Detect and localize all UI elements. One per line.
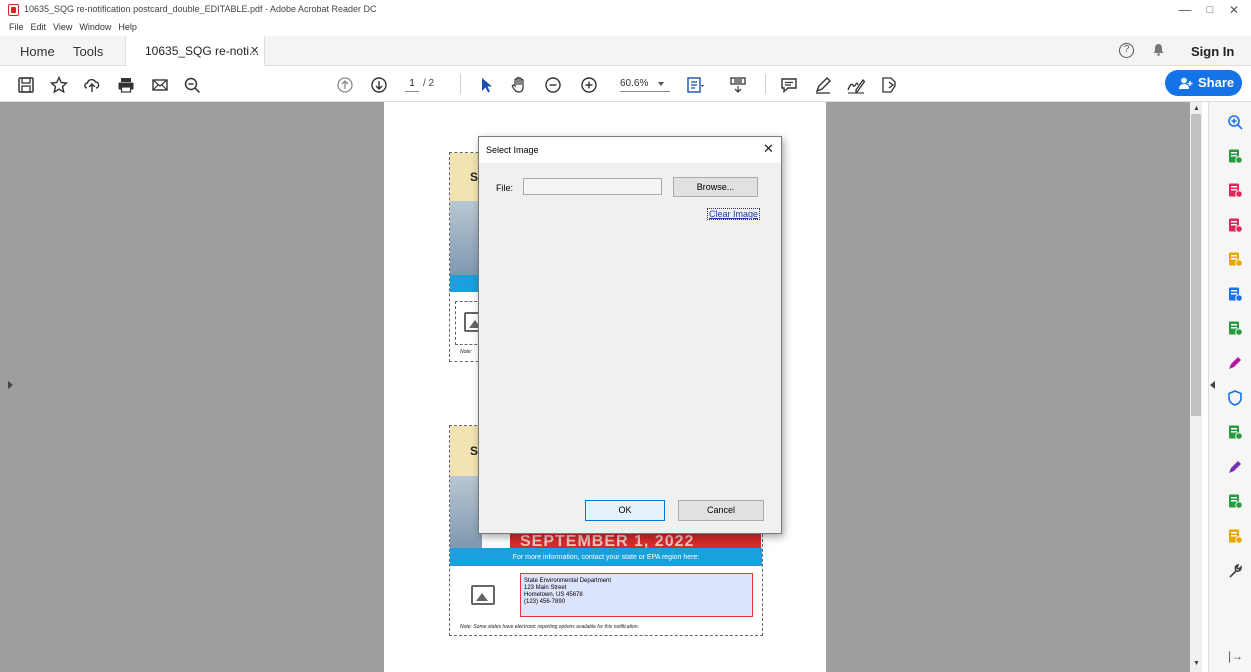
hand-icon[interactable]	[510, 76, 528, 94]
clear-image-link[interactable]: Clear Image	[707, 208, 761, 220]
tab-home[interactable]: Home	[20, 44, 55, 59]
star-icon[interactable]	[50, 76, 68, 94]
share-button[interactable]: Share	[1165, 70, 1242, 96]
image-placeholder-icon[interactable]	[471, 585, 495, 605]
share-label: Share	[1198, 75, 1235, 90]
zoom-in-icon[interactable]	[580, 76, 598, 94]
menu-edit[interactable]: Edit	[31, 22, 47, 36]
expand-panel-icon[interactable]: |→	[1228, 649, 1243, 663]
menu-view[interactable]: View	[53, 22, 72, 36]
address-line: State Environmental Department	[524, 578, 612, 584]
request-signature-icon[interactable]	[1227, 459, 1243, 475]
menu-bar: File Edit View Window Help	[0, 22, 137, 36]
save-icon[interactable]	[17, 76, 35, 94]
read-aloud-icon[interactable]	[880, 76, 898, 94]
upload-icon[interactable]	[83, 76, 101, 94]
tab-document[interactable]: 10635_SQG re-noti... ✕	[125, 36, 265, 66]
email-icon[interactable]	[151, 76, 169, 94]
close-window-button[interactable]: ✕	[1224, 2, 1244, 18]
menu-window[interactable]: Window	[79, 22, 111, 36]
tab-document-label: 10635_SQG re-noti...	[145, 44, 260, 58]
export-icon[interactable]	[1227, 528, 1243, 544]
menu-file[interactable]: File	[9, 22, 24, 36]
dialog-title: Select Image	[486, 145, 539, 155]
create-pdf-icon[interactable]	[1227, 148, 1243, 164]
address-line: Hometown, US 45678	[524, 592, 583, 598]
chevron-down-icon[interactable]	[658, 82, 664, 86]
tab-tools[interactable]: Tools	[73, 44, 103, 59]
main-toolbar: 1 / 2 60.6%	[0, 66, 1251, 102]
scrollbar-thumb[interactable]	[1191, 114, 1201, 416]
file-path-input[interactable]	[523, 178, 662, 195]
add-user-icon	[1179, 77, 1193, 89]
comment-tool-icon[interactable]	[1227, 251, 1243, 267]
compare-icon[interactable]	[1227, 424, 1243, 440]
print-production-icon[interactable]	[1227, 493, 1243, 509]
help-icon[interactable]: ?	[1119, 43, 1134, 58]
edit-pdf-icon[interactable]	[1227, 320, 1243, 336]
info-bar-text: For more information, contact your state…	[512, 554, 700, 561]
note-text: Note: Some states have electronic report…	[460, 624, 639, 630]
select-arrow-icon[interactable]	[477, 76, 495, 94]
scroll-up-icon[interactable]: ▲	[1193, 105, 1200, 112]
toolbar-divider	[460, 74, 461, 94]
export-pdf-icon[interactable]	[1227, 217, 1243, 233]
page-up-icon[interactable]	[336, 76, 354, 94]
left-panel-toggle-icon[interactable]	[8, 381, 13, 389]
minimize-button[interactable]: —	[1175, 2, 1195, 18]
page-number-input[interactable]: 1	[405, 76, 419, 92]
fit-page-icon[interactable]	[686, 76, 704, 94]
address-field[interactable]: State Environmental Department 123 Main …	[520, 573, 753, 617]
print-icon[interactable]	[117, 76, 135, 94]
fill-sign-icon[interactable]	[1227, 355, 1243, 371]
ok-button[interactable]: OK	[585, 500, 665, 521]
zoom-out-icon[interactable]	[544, 76, 562, 94]
combine-files-icon[interactable]	[1227, 286, 1243, 302]
right-panel-collapse-icon[interactable]	[1210, 381, 1215, 389]
postcard-heading-letter: S	[470, 444, 479, 458]
select-image-dialog: Select Image ✕ File: Browse... Clear Ima…	[478, 136, 782, 534]
page-down-icon[interactable]	[370, 76, 388, 94]
page-total: / 2	[423, 78, 435, 89]
tab-bar: Home Tools 10635_SQG re-noti... ✕ ? Sign…	[0, 36, 1251, 66]
postcard-heading-letter: S	[470, 170, 479, 184]
acrobat-app-icon	[8, 4, 19, 16]
cancel-button[interactable]: Cancel	[678, 500, 764, 521]
menu-help[interactable]: Help	[118, 22, 137, 36]
address-line: (123) 456-7890	[524, 599, 566, 605]
file-label: File:	[496, 183, 514, 193]
toolbar-divider	[765, 74, 766, 94]
zoom-tool-icon[interactable]	[1227, 114, 1243, 130]
protect-icon[interactable]	[1227, 390, 1243, 406]
sign-in-link[interactable]: Sign In	[1191, 44, 1234, 59]
address-line: 123 Main Street	[524, 585, 567, 591]
window-titlebar: 10635_SQG re-notification postcard_doubl…	[0, 0, 1251, 22]
notification-bell-icon[interactable]	[1153, 43, 1164, 56]
dialog-close-icon[interactable]: ✕	[763, 141, 774, 157]
more-tools-icon[interactable]	[1227, 563, 1243, 579]
organize-pages-icon[interactable]	[1227, 182, 1243, 198]
zoom-search-icon[interactable]	[183, 76, 201, 94]
scroll-mode-icon[interactable]	[729, 76, 747, 94]
maximize-button[interactable]: □	[1200, 2, 1220, 18]
comment-icon[interactable]	[780, 76, 798, 94]
note-text: Note:	[460, 349, 472, 355]
highlight-pen-icon[interactable]	[814, 76, 832, 94]
tab-close-icon[interactable]: ✕	[250, 44, 259, 57]
scroll-down-icon[interactable]: ▼	[1193, 660, 1200, 667]
window-title: 10635_SQG re-notification postcard_doubl…	[24, 4, 377, 14]
browse-button[interactable]: Browse...	[673, 177, 758, 197]
sign-icon[interactable]	[847, 76, 865, 94]
dialog-titlebar: Select Image ✕	[479, 137, 781, 163]
